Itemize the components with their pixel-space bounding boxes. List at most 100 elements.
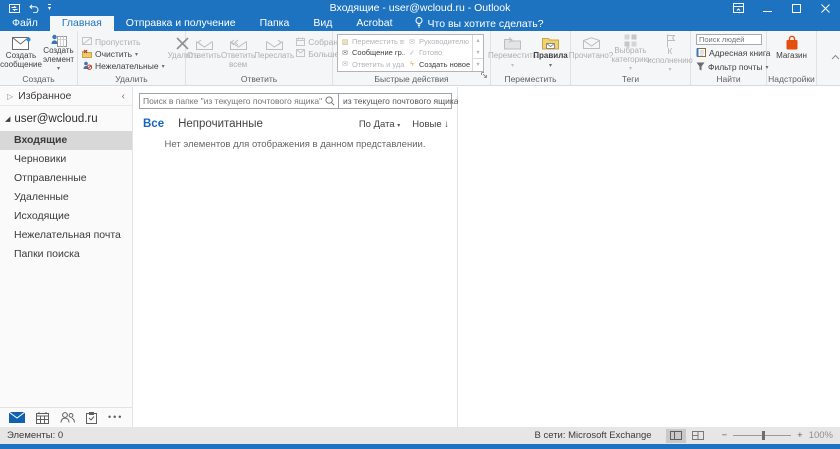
folder-inbox[interactable]: Входящие bbox=[0, 131, 132, 150]
minimize-folder-pane-icon[interactable]: ‹ bbox=[122, 91, 125, 102]
folder-sent[interactable]: Отправленные bbox=[0, 169, 132, 188]
search-people-input[interactable] bbox=[696, 34, 762, 45]
main-area: ▷ Избранное ‹ ◢ user@wcloud.ru Входящие … bbox=[0, 87, 840, 427]
folder-deleted[interactable]: Удаленные bbox=[0, 188, 132, 207]
reading-view-icon[interactable] bbox=[688, 429, 708, 443]
dropdown-caret-icon: ▾ bbox=[629, 66, 632, 72]
reply-button[interactable]: Ответить bbox=[187, 33, 221, 73]
folder-junk[interactable]: Нежелательная почта bbox=[0, 226, 132, 245]
minimize-icon[interactable] bbox=[753, 0, 782, 16]
gallery-up-icon[interactable]: ▲ bbox=[473, 35, 483, 47]
tab-folder[interactable]: Папка bbox=[248, 16, 302, 31]
tab-file[interactable]: Файл bbox=[0, 16, 50, 31]
collapse-account-icon[interactable]: ◢ bbox=[5, 115, 10, 123]
rules-button[interactable]: Правила▾ bbox=[533, 33, 569, 73]
ignore-button[interactable]: Пропустить bbox=[79, 36, 168, 48]
forward-icon bbox=[265, 34, 284, 52]
meeting-icon bbox=[296, 37, 305, 48]
quick-step-team-message[interactable]: ✉Сообщение гр... bbox=[338, 47, 405, 58]
zoom-percentage[interactable]: 100% bbox=[809, 430, 833, 441]
ribbon-group-quick-steps: ▨Переместить в: ? ✉Сообщение гр... ✉Отве… bbox=[333, 31, 491, 85]
expand-favorites-icon[interactable]: ▷ bbox=[7, 92, 13, 101]
group-label-quick-steps: Быстрые действия bbox=[333, 74, 490, 85]
quick-step-create-new[interactable]: ϟСоздать новое bbox=[405, 59, 472, 70]
zoom-in-icon[interactable]: + bbox=[797, 430, 803, 441]
cleanup-icon bbox=[82, 49, 92, 60]
send-receive-icon[interactable] bbox=[9, 4, 20, 13]
mail-nav-icon[interactable] bbox=[9, 412, 25, 423]
tab-acrobat[interactable]: Acrobat bbox=[344, 16, 404, 31]
folder-drafts[interactable]: Черновики bbox=[0, 150, 132, 169]
mailbox-search-input[interactable] bbox=[140, 96, 325, 106]
quick-step-done[interactable]: ✓Готово bbox=[405, 47, 472, 58]
zoom-out-icon[interactable]: − bbox=[722, 430, 728, 441]
quick-step-reply-delete[interactable]: ✉Ответить и уда... bbox=[338, 59, 405, 70]
search-icon[interactable] bbox=[325, 96, 335, 106]
read-envelope-icon bbox=[583, 34, 600, 52]
calendar-nav-icon[interactable] bbox=[36, 412, 49, 424]
chevron-down-icon: ▾ bbox=[397, 123, 400, 129]
move-folder-icon bbox=[504, 34, 521, 52]
search-scope-dropdown[interactable]: из текущего почтового ящика ▾ bbox=[339, 93, 452, 109]
tab-send-receive[interactable]: Отправка и получение bbox=[114, 16, 248, 31]
new-email-button[interactable]: Создать сообщение bbox=[1, 33, 41, 73]
collapse-ribbon-button[interactable] bbox=[817, 31, 840, 85]
dropdown-caret-icon: ▾ bbox=[511, 63, 514, 69]
dropdown-caret-icon: ▾ bbox=[668, 67, 671, 73]
people-nav-icon[interactable] bbox=[60, 412, 75, 423]
follow-up-button[interactable]: К исполнению▾ bbox=[651, 33, 689, 73]
move-button[interactable]: Переместить▾ bbox=[493, 33, 533, 73]
tab-view[interactable]: Вид bbox=[301, 16, 344, 31]
customize-qat-icon[interactable]: ▾ bbox=[48, 4, 51, 12]
arrow-down-icon: ↓ bbox=[444, 119, 449, 130]
tab-home[interactable]: Главная bbox=[50, 16, 114, 31]
filter-all-tab[interactable]: Все bbox=[143, 118, 164, 130]
store-button[interactable]: Магазин bbox=[770, 33, 814, 73]
filter-unread-tab[interactable]: Непрочитанные bbox=[178, 118, 263, 130]
ribbon-group-find: Адресная книга Фильтр почты ▾ Найти bbox=[691, 31, 767, 85]
tell-me-box[interactable]: Что вы хотите сделать? bbox=[405, 16, 554, 31]
dropdown-caret-icon: ▾ bbox=[135, 51, 138, 58]
gallery-down-icon[interactable]: ▼ bbox=[473, 47, 483, 59]
zoom-slider[interactable] bbox=[733, 431, 791, 440]
undo-icon[interactable] bbox=[29, 4, 39, 13]
ribbon-group-addins: Магазин Надстройки bbox=[767, 31, 817, 85]
folder-outbox[interactable]: Исходящие bbox=[0, 207, 132, 226]
folder-icon: ▨ bbox=[341, 38, 349, 46]
tasks-nav-icon[interactable] bbox=[86, 412, 97, 424]
collapse-ribbon-icon bbox=[831, 47, 840, 65]
search-box bbox=[139, 93, 339, 109]
unread-read-button[interactable]: Прочитано? bbox=[572, 33, 610, 73]
reply-all-button[interactable]: Ответить всем bbox=[221, 33, 255, 73]
favorites-header[interactable]: ▷ Избранное ‹ bbox=[0, 87, 132, 106]
sort-order-toggle[interactable]: Новые ↓ bbox=[412, 119, 449, 130]
address-book-button[interactable]: Адресная книга bbox=[696, 47, 771, 59]
filter-email-button[interactable]: Фильтр почты ▾ bbox=[696, 61, 771, 73]
junk-button[interactable]: Нежелательные ▾ bbox=[79, 60, 168, 72]
more-apps-icon[interactable]: ••• bbox=[108, 413, 123, 422]
message-list-pane: из текущего почтового ящика ▾ Все Непроч… bbox=[133, 87, 458, 427]
sort-by-dropdown[interactable]: По Дата ▾ bbox=[359, 119, 400, 130]
quick-steps-dialog-launcher-icon[interactable] bbox=[480, 66, 488, 84]
dropdown-caret-icon: ▾ bbox=[162, 63, 165, 70]
quick-step-move-to[interactable]: ▨Переместить в: ? bbox=[338, 36, 405, 47]
close-icon[interactable] bbox=[811, 0, 840, 16]
view-switcher bbox=[666, 429, 708, 443]
normal-view-icon[interactable] bbox=[666, 429, 686, 443]
quick-steps-gallery: ▨Переместить в: ? ✉Сообщение гр... ✉Отве… bbox=[337, 34, 484, 72]
ribbon-group-respond: Ответить Ответить всем Переслать Собрани… bbox=[186, 31, 333, 85]
new-item-button[interactable]: Создать элемент ▾ bbox=[41, 33, 76, 73]
reply-icon bbox=[195, 34, 214, 52]
maximize-icon[interactable] bbox=[782, 0, 811, 16]
ribbon-display-options-icon[interactable] bbox=[724, 0, 753, 16]
cleanup-button[interactable]: Очистить ▾ bbox=[79, 48, 168, 60]
account-header[interactable]: ◢ user@wcloud.ru bbox=[0, 106, 132, 131]
status-bar: Элементы: 0 В сети: Microsoft Exchange −… bbox=[0, 427, 840, 444]
folder-search-folders[interactable]: Папки поиска bbox=[0, 245, 132, 264]
forward-button[interactable]: Переслать bbox=[255, 33, 293, 73]
window-bottom-edge bbox=[0, 444, 840, 449]
categorize-button[interactable]: Выбрать категорию ▾ bbox=[610, 33, 651, 73]
zoom-slider-thumb[interactable] bbox=[762, 431, 765, 440]
ribbon: Создать сообщение Создать элемент ▾ Созд… bbox=[0, 31, 840, 86]
quick-step-to-manager[interactable]: ✉Руководителю bbox=[405, 36, 472, 47]
